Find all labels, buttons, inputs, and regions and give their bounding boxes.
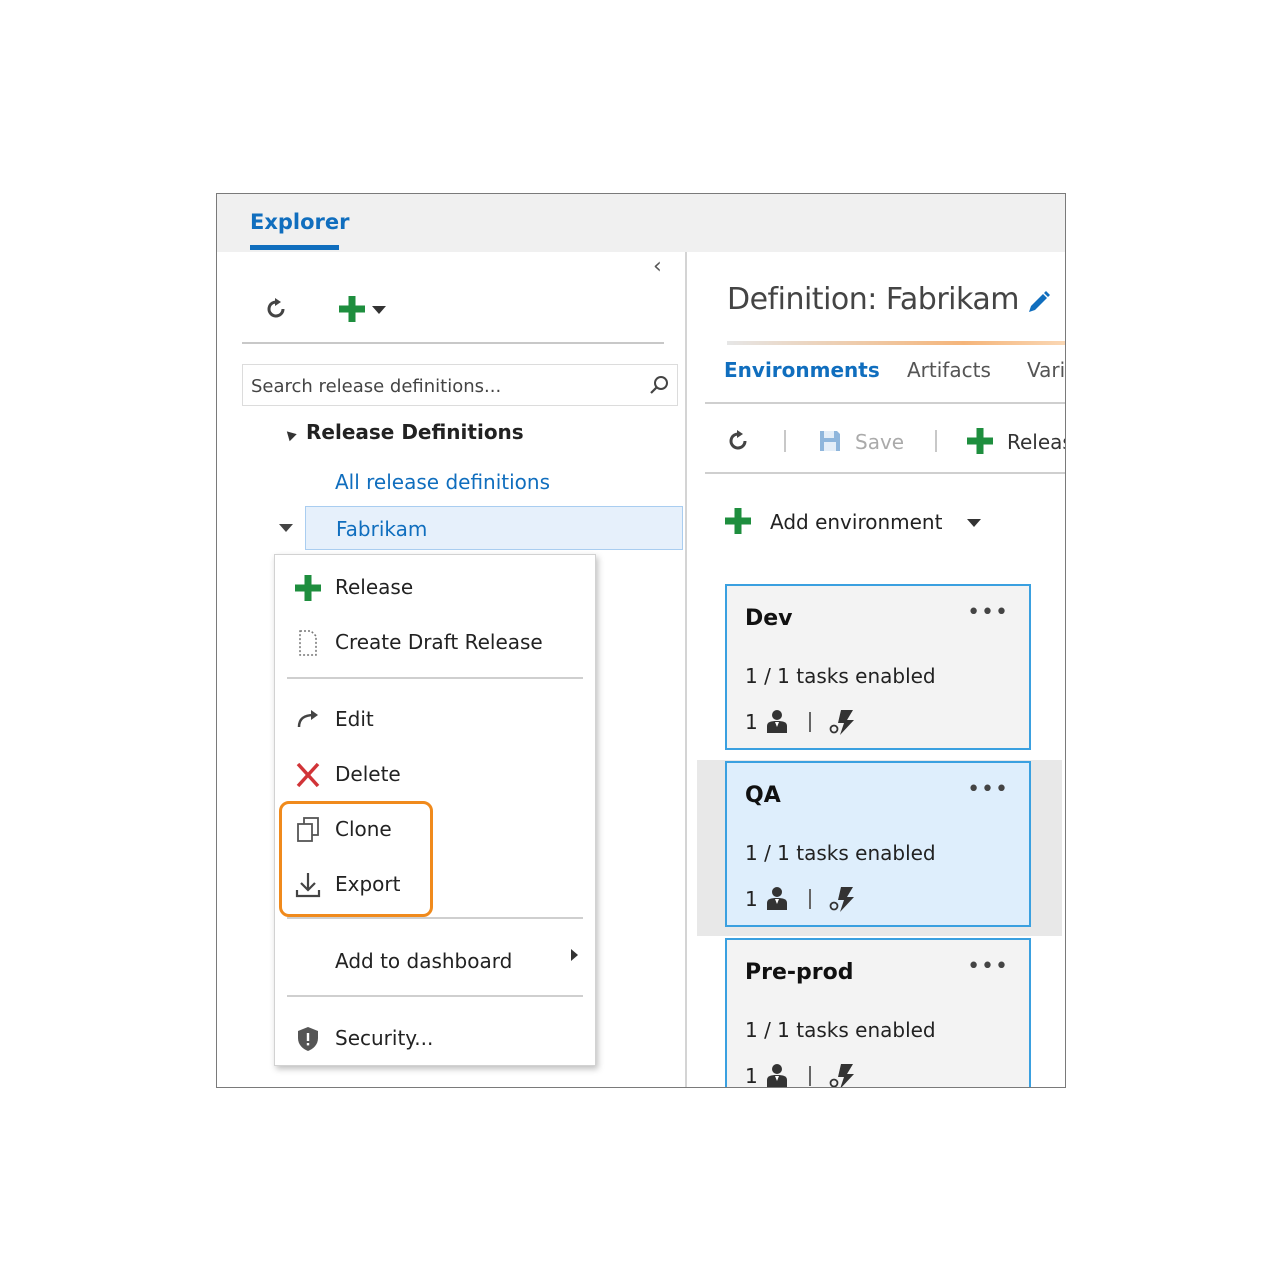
title-underline [727, 341, 1065, 345]
environment-tasks-status: 1 / 1 tasks enabled [745, 664, 936, 688]
chevron-right-icon [571, 949, 578, 961]
search-box [242, 364, 678, 406]
save-icon[interactable] [817, 428, 843, 454]
add-icon [295, 575, 321, 601]
menu-separator [287, 995, 583, 997]
separator [809, 1066, 811, 1086]
collapse-pane-icon[interactable]: ‹ [653, 254, 662, 279]
chevron-down-icon[interactable] [967, 519, 981, 527]
release-button[interactable]: Releas [1007, 430, 1065, 454]
chevron-down-icon[interactable] [372, 306, 386, 314]
toolbar-separator [935, 430, 937, 452]
save-button[interactable]: Save [855, 430, 904, 454]
tab-environments[interactable]: Environments [724, 358, 880, 382]
more-options-icon[interactable]: ••• [967, 954, 1009, 979]
environment-name: Dev [745, 606, 793, 631]
menu-item-edit[interactable]: Edit [275, 697, 595, 741]
approver-person-icon[interactable] [765, 1062, 789, 1088]
tree-collapse-icon[interactable] [283, 427, 297, 442]
deployment-trigger-icon[interactable] [827, 885, 857, 913]
tree-item-label: Fabrikam [336, 517, 428, 541]
search-icon[interactable] [647, 373, 671, 397]
environment-tasks-status: 1 / 1 tasks enabled [745, 841, 936, 865]
tab-artifacts[interactable]: Artifacts [907, 358, 991, 382]
menu-item-label: Release [335, 575, 414, 599]
tree-item-fabrikam[interactable]: Fabrikam [305, 506, 683, 550]
active-tab-indicator [250, 245, 339, 250]
shield-icon [298, 1027, 318, 1051]
approver-count: 1 [745, 887, 758, 911]
environment-card-pre-prod[interactable]: Pre-prod ••• 1 / 1 tasks enabled 1 [725, 938, 1031, 1088]
draft-document-icon [299, 630, 317, 656]
divider [705, 472, 1065, 474]
tab-variables[interactable]: Vari [1027, 358, 1065, 382]
more-options-icon[interactable]: ••• [967, 777, 1009, 802]
environment-name: Pre-prod [745, 960, 854, 985]
environment-card-qa[interactable]: QA ••• 1 / 1 tasks enabled 1 [725, 761, 1031, 927]
toolbar-separator [784, 430, 786, 452]
menu-item-label: Create Draft Release [335, 630, 543, 654]
search-input[interactable] [249, 371, 641, 401]
divider [242, 342, 664, 344]
pencil-icon[interactable] [1023, 288, 1053, 318]
add-icon[interactable] [965, 426, 995, 456]
refresh-icon[interactable] [261, 294, 291, 324]
clone-export-highlight [279, 801, 433, 917]
add-icon[interactable] [723, 506, 753, 536]
delete-icon [296, 762, 320, 788]
menu-separator [287, 917, 583, 919]
approver-person-icon[interactable] [765, 708, 789, 734]
top-tab-bar: Explorer [217, 194, 1065, 252]
tree-root-release-definitions[interactable]: Release Definitions [306, 420, 524, 444]
menu-item-release[interactable]: Release [275, 565, 595, 609]
separator [809, 889, 811, 909]
environment-card-dev[interactable]: Dev ••• 1 / 1 tasks enabled 1 [725, 584, 1031, 750]
menu-item-delete[interactable]: Delete [275, 752, 595, 796]
menu-item-add-to-dashboard[interactable]: Add to dashboard [275, 939, 595, 983]
environment-name: QA [745, 783, 781, 808]
more-options-icon[interactable]: ••• [967, 600, 1009, 625]
add-environment-button[interactable]: Add environment [770, 510, 942, 534]
deployment-trigger-icon[interactable] [827, 1062, 857, 1088]
environment-tasks-status: 1 / 1 tasks enabled [745, 1018, 936, 1042]
app-window: Explorer ‹ Release Definitions All relea… [216, 193, 1066, 1088]
separator [809, 712, 811, 732]
menu-item-label: Delete [335, 762, 401, 786]
edit-arrow-icon [297, 710, 318, 728]
add-icon[interactable] [337, 294, 367, 324]
menu-item-label: Edit [335, 707, 374, 731]
deployment-trigger-icon[interactable] [827, 708, 857, 736]
tab-explorer[interactable]: Explorer [250, 210, 350, 234]
pane-divider [685, 252, 687, 1087]
approver-count: 1 [745, 1064, 758, 1088]
refresh-icon[interactable] [723, 426, 753, 456]
menu-item-label: Add to dashboard [335, 949, 513, 973]
divider [705, 402, 1065, 404]
menu-item-create-draft-release[interactable]: Create Draft Release [275, 620, 595, 664]
page-title: Definition: Fabrikam [727, 282, 1019, 317]
tree-item-menu-caret-icon[interactable] [279, 524, 293, 532]
menu-item-security[interactable]: Security... [275, 1016, 595, 1060]
approver-person-icon[interactable] [765, 885, 789, 911]
approver-count: 1 [745, 710, 758, 734]
menu-separator [287, 677, 583, 679]
menu-item-label: Security... [335, 1026, 434, 1050]
context-menu: Release Create Draft Release Edit Delete [274, 554, 596, 1066]
tree-item-all-release-definitions[interactable]: All release definitions [335, 470, 550, 494]
